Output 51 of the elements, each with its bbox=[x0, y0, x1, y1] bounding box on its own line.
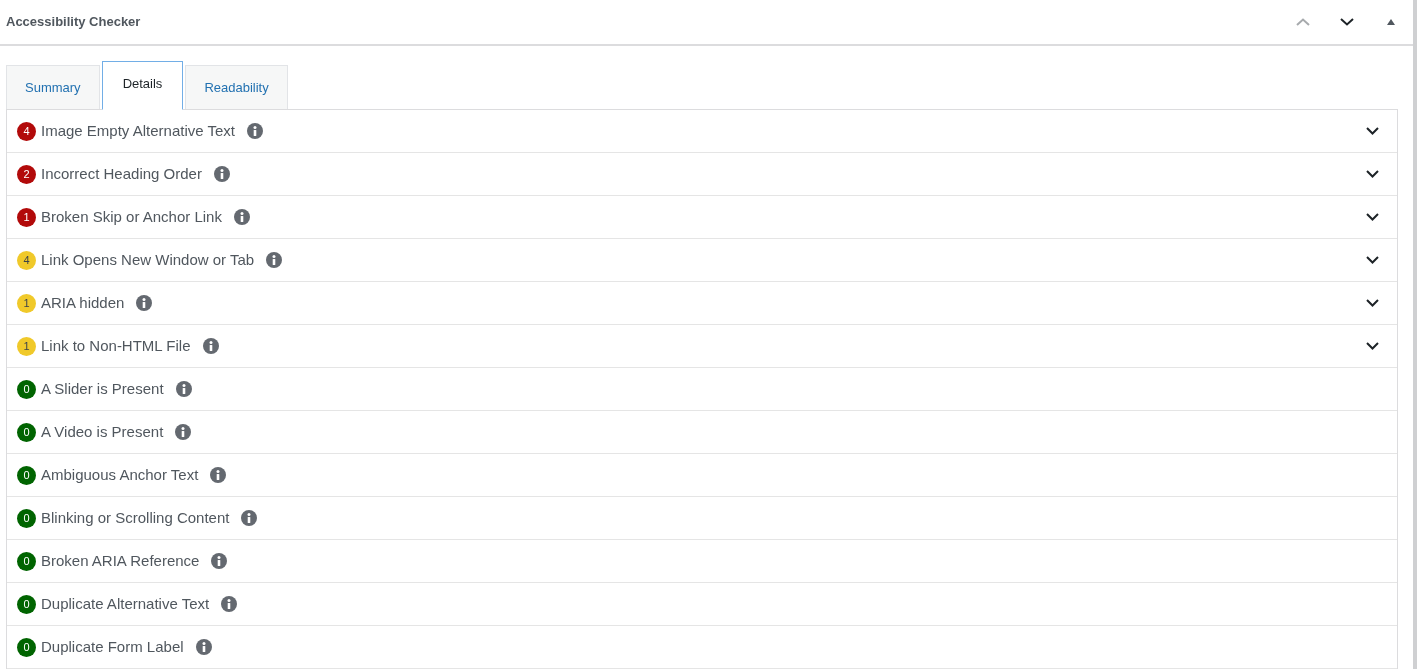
info-icon[interactable] bbox=[247, 123, 263, 139]
tab[interactable]: Details bbox=[101, 61, 184, 110]
info-icon[interactable] bbox=[266, 252, 283, 268]
count-badge: 0 bbox=[17, 551, 36, 571]
chevron-down-icon[interactable] bbox=[1366, 170, 1379, 178]
count-badge: 0 bbox=[17, 379, 36, 399]
chevron-down-icon[interactable] bbox=[1366, 342, 1379, 350]
count-badge: 0 bbox=[17, 594, 36, 614]
count-badge: 0 bbox=[17, 508, 36, 528]
issue-title: Ambiguous Anchor Text bbox=[41, 464, 199, 485]
issue-title: Broken Skip or Anchor Link bbox=[41, 206, 222, 227]
info-icon[interactable] bbox=[175, 424, 192, 440]
issue-title: Blinking or Scrolling Content bbox=[41, 507, 230, 528]
info-icon[interactable] bbox=[210, 467, 227, 483]
tab[interactable]: Summary bbox=[6, 65, 100, 109]
issue-title: Duplicate Form Label bbox=[41, 636, 184, 657]
issue-title: A Video is Present bbox=[41, 421, 164, 442]
count-badge: 1 bbox=[17, 293, 36, 313]
chevron-down-icon[interactable] bbox=[1366, 299, 1379, 307]
count-badge: 2 bbox=[17, 164, 36, 184]
info-icon[interactable] bbox=[211, 553, 228, 569]
count-badge: 4 bbox=[17, 250, 36, 270]
issue-title: A Slider is Present bbox=[41, 378, 164, 399]
info-icon[interactable] bbox=[233, 209, 250, 225]
issue-title: Image Empty Alternative Text bbox=[41, 120, 235, 141]
issue-title: Incorrect Heading Order bbox=[41, 163, 202, 184]
chevron-down-icon[interactable] bbox=[1340, 18, 1354, 26]
info-icon[interactable] bbox=[241, 510, 258, 526]
info-icon[interactable] bbox=[213, 166, 230, 182]
issue-title: Link to Non-HTML File bbox=[41, 335, 191, 356]
info-icon[interactable] bbox=[202, 338, 219, 354]
count-badge: 0 bbox=[17, 465, 36, 485]
issue-title: Duplicate Alternative Text bbox=[41, 593, 210, 614]
issue-title: Link Opens New Window or Tab bbox=[41, 249, 255, 270]
tab[interactable]: Readability bbox=[185, 65, 288, 109]
info-icon[interactable] bbox=[136, 295, 153, 311]
chevron-down-icon[interactable] bbox=[1366, 213, 1379, 221]
chevron-down-icon[interactable] bbox=[1366, 256, 1379, 264]
count-badge: 4 bbox=[17, 121, 36, 141]
info-icon[interactable] bbox=[175, 381, 192, 397]
count-badge: 1 bbox=[17, 207, 36, 227]
triangle-up-icon[interactable] bbox=[1387, 19, 1395, 25]
panel-title: Accessibility Checker bbox=[5, 13, 141, 32]
issue-title: Broken ARIA Reference bbox=[41, 550, 200, 571]
count-badge: 0 bbox=[17, 422, 36, 442]
issue-title: ARIA hidden bbox=[41, 292, 125, 313]
count-badge: 1 bbox=[17, 336, 36, 356]
info-icon[interactable] bbox=[221, 596, 238, 612]
info-icon[interactable] bbox=[195, 639, 212, 655]
count-badge: 0 bbox=[17, 637, 36, 657]
chevron-down-icon[interactable] bbox=[1366, 127, 1379, 135]
